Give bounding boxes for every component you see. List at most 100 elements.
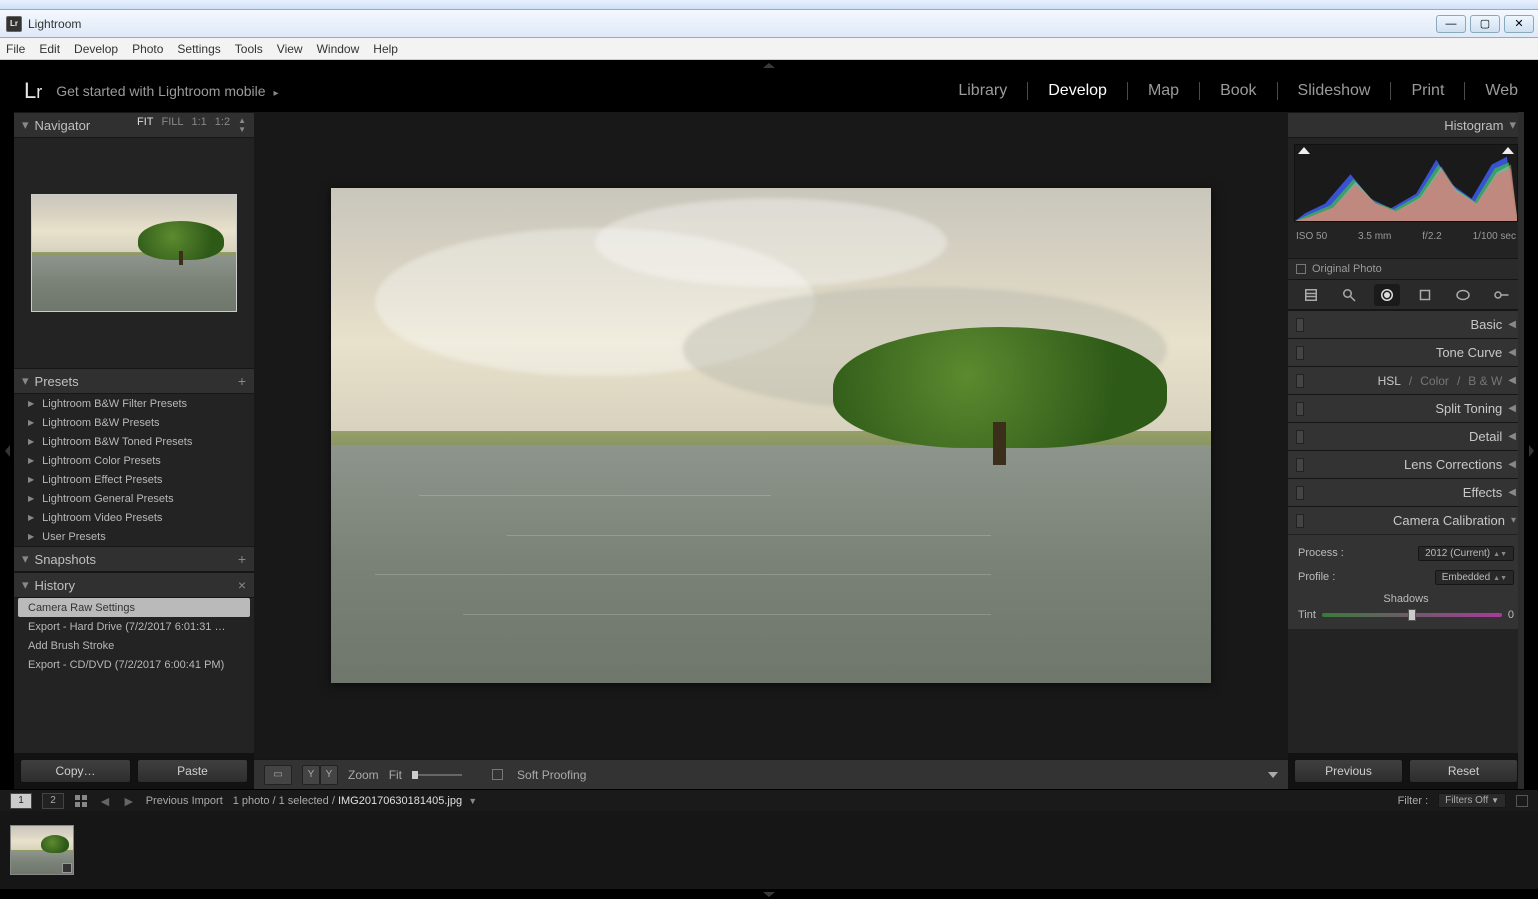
history-item[interactable]: Export - Hard Drive (7/2/2017 6:01:31 …: [14, 617, 254, 636]
effects-section[interactable]: Effects◀: [1288, 478, 1524, 506]
reset-button[interactable]: Reset: [1409, 759, 1518, 783]
module-library[interactable]: Library: [958, 82, 1007, 100]
crop-tool[interactable]: [1298, 284, 1324, 306]
filter-select[interactable]: Filters Off ▼: [1438, 793, 1506, 808]
left-panel-grab[interactable]: [0, 112, 14, 789]
preset-folder[interactable]: ▶Lightroom B&W Presets: [14, 413, 254, 432]
canvas-area[interactable]: [254, 112, 1288, 759]
original-photo-row[interactable]: Original Photo: [1288, 258, 1524, 280]
brush-tool[interactable]: [1488, 284, 1514, 306]
filmstrip[interactable]: [0, 811, 1538, 889]
menu-view[interactable]: View: [277, 42, 303, 56]
copy-button[interactable]: Copy…: [20, 759, 131, 783]
spot-tool[interactable]: [1336, 284, 1362, 306]
monitor-2-button[interactable]: 2: [42, 793, 64, 809]
zoom-stepper-icon[interactable]: ▲▼: [238, 116, 246, 134]
os-minimize-button[interactable]: —: [1436, 15, 1466, 33]
menu-file[interactable]: File: [6, 42, 25, 56]
add-preset-button[interactable]: +: [238, 373, 246, 389]
menu-help[interactable]: Help: [373, 42, 398, 56]
hsl-tab[interactable]: HSL: [1378, 374, 1401, 388]
navigator-preview[interactable]: [14, 138, 254, 368]
chevron-down-icon[interactable]: ▼: [468, 796, 477, 806]
filter-lock-icon[interactable]: [1516, 795, 1528, 807]
bw-tab[interactable]: B & W: [1468, 374, 1502, 388]
preset-folder[interactable]: ▶User Presets: [14, 527, 254, 546]
history-item[interactable]: Camera Raw Settings: [18, 598, 250, 617]
profile-select[interactable]: Embedded▲▼: [1435, 570, 1514, 585]
shadow-clipping-icon[interactable]: [1298, 147, 1310, 154]
calibration-section[interactable]: Camera Calibration▾: [1288, 506, 1524, 534]
original-photo-checkbox[interactable]: [1296, 264, 1306, 274]
panel-switch[interactable]: [1296, 458, 1304, 472]
before-after-y-button[interactable]: Y: [302, 765, 320, 785]
histogram-panel[interactable]: ISO 50 3.5 mm f/2.2 1/100 sec: [1288, 138, 1524, 258]
toolbar-menu-icon[interactable]: [1268, 772, 1278, 778]
zoom-fit[interactable]: FIT: [137, 116, 154, 134]
menu-photo[interactable]: Photo: [132, 42, 163, 56]
monitor-1-button[interactable]: 1: [10, 793, 32, 809]
snapshots-header[interactable]: ▾ Snapshots +: [14, 546, 254, 572]
module-slideshow[interactable]: Slideshow: [1298, 82, 1371, 100]
history-item[interactable]: Export - CD/DVD (7/2/2017 6:00:41 PM): [14, 655, 254, 674]
radial-tool[interactable]: [1450, 284, 1476, 306]
panel-switch[interactable]: [1296, 346, 1304, 360]
panel-switch[interactable]: [1296, 318, 1304, 332]
histogram-header[interactable]: Histogram ▾: [1288, 112, 1524, 138]
preset-folder[interactable]: ▶Lightroom B&W Toned Presets: [14, 432, 254, 451]
hsl-section[interactable]: HSL / Color / B & W ◀: [1288, 366, 1524, 394]
source-label[interactable]: Previous Import: [146, 795, 223, 807]
navigator-header[interactable]: ▾ Navigator FIT FILL 1:1 1:2 ▲▼: [14, 112, 254, 138]
nav-back-button[interactable]: ◄: [98, 793, 112, 809]
clear-history-button[interactable]: ×: [238, 577, 246, 593]
paste-button[interactable]: Paste: [137, 759, 248, 783]
menu-tools[interactable]: Tools: [235, 42, 263, 56]
detail-section[interactable]: Detail◀: [1288, 422, 1524, 450]
history-item[interactable]: Add Brush Stroke: [14, 636, 254, 655]
process-select[interactable]: 2012 (Current)▲▼: [1418, 546, 1514, 561]
zoom-1-2[interactable]: 1:2: [215, 116, 230, 134]
panel-switch[interactable]: [1296, 402, 1304, 416]
graduated-tool[interactable]: [1412, 284, 1438, 306]
highlight-clipping-icon[interactable]: [1502, 147, 1514, 154]
top-panel-grab[interactable]: [0, 60, 1538, 70]
grid-view-icon[interactable]: [74, 794, 88, 808]
soft-proofing-checkbox[interactable]: [492, 769, 503, 780]
preset-folder[interactable]: ▶Lightroom Video Presets: [14, 508, 254, 527]
bottom-panel-grab[interactable]: [0, 889, 1538, 899]
zoom-1-1[interactable]: 1:1: [191, 116, 206, 134]
preset-folder[interactable]: ▶Lightroom General Presets: [14, 489, 254, 508]
tonecurve-section[interactable]: Tone Curve◀: [1288, 338, 1524, 366]
module-map[interactable]: Map: [1148, 82, 1179, 100]
module-develop[interactable]: Develop: [1048, 82, 1107, 100]
panel-switch[interactable]: [1296, 514, 1304, 528]
tint-slider[interactable]: [1322, 613, 1502, 617]
redeye-tool[interactable]: [1374, 284, 1400, 306]
nav-forward-button[interactable]: ►: [122, 793, 136, 809]
zoom-fill[interactable]: FILL: [161, 116, 183, 134]
previous-button[interactable]: Previous: [1294, 759, 1403, 783]
preset-folder[interactable]: ▶Lightroom Effect Presets: [14, 470, 254, 489]
panel-switch[interactable]: [1296, 374, 1304, 388]
get-started-mobile-link[interactable]: Get started with Lightroom mobile ▸: [56, 83, 278, 99]
panel-switch[interactable]: [1296, 486, 1304, 500]
basic-section[interactable]: Basic◀: [1288, 310, 1524, 338]
preset-folder[interactable]: ▶Lightroom Color Presets: [14, 451, 254, 470]
history-header[interactable]: ▾ History ×: [14, 572, 254, 598]
color-tab[interactable]: Color: [1420, 374, 1449, 388]
zoom-slider[interactable]: [412, 774, 462, 776]
menu-settings[interactable]: Settings: [177, 42, 220, 56]
module-web[interactable]: Web: [1485, 82, 1518, 100]
right-panel-grab[interactable]: [1524, 112, 1538, 789]
before-after-yy-button[interactable]: Y: [320, 765, 338, 785]
module-book[interactable]: Book: [1220, 82, 1256, 100]
right-scrollbar[interactable]: [1518, 112, 1524, 789]
panel-switch[interactable]: [1296, 430, 1304, 444]
menu-window[interactable]: Window: [317, 42, 360, 56]
menu-edit[interactable]: Edit: [39, 42, 60, 56]
menu-develop[interactable]: Develop: [74, 42, 118, 56]
loupe-view-button[interactable]: ▭: [264, 765, 292, 785]
os-close-button[interactable]: ✕: [1504, 15, 1534, 33]
preset-folder[interactable]: ▶Lightroom B&W Filter Presets: [14, 394, 254, 413]
filmstrip-thumb[interactable]: [10, 825, 74, 875]
